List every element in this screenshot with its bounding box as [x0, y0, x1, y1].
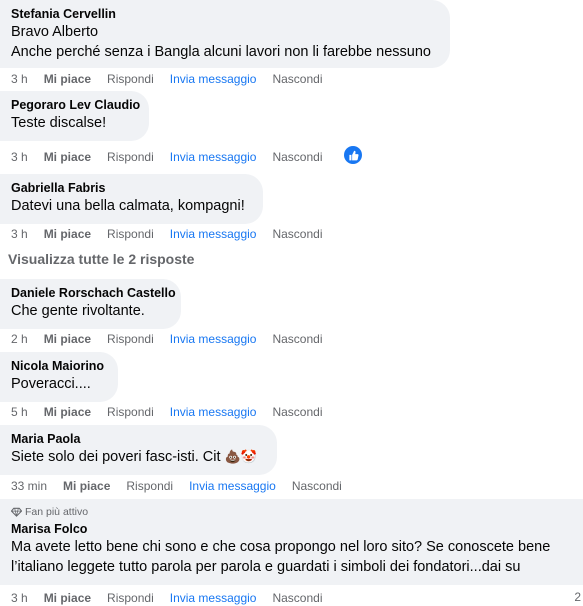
like-reaction-icon[interactable] — [344, 146, 362, 164]
comment-time[interactable]: 33 min — [11, 478, 47, 494]
comment-time[interactable]: 3 h — [11, 149, 28, 165]
comment-actions: 2 h Mi piace Rispondi Invia messaggio Na… — [11, 331, 339, 347]
comment-time[interactable]: 3 h — [11, 71, 28, 87]
send-message-button[interactable]: Invia messaggio — [170, 331, 257, 347]
like-button[interactable]: Mi piace — [44, 331, 91, 347]
comment-text: Siete solo dei poveri fasc-isti. Cit 💩🤡 — [11, 447, 265, 467]
comment-author[interactable]: Gabriella Fabris — [11, 180, 251, 196]
comment-text: Poveracci.... — [11, 376, 91, 392]
comment-text-line-2: Anche perché senza i Bangla alcuni lavor… — [11, 44, 431, 60]
top-fan-badge: Fan più attivo — [11, 505, 571, 519]
comment-bubble: Gabriella Fabris Datevi una bella calmat… — [0, 174, 263, 224]
send-message-button[interactable]: Invia messaggio — [170, 71, 257, 87]
comment-actions: 3 h Mi piace Rispondi Invia messaggio Na… — [11, 226, 339, 242]
hide-button[interactable]: Nascondi — [272, 404, 322, 420]
send-message-button[interactable]: Invia messaggio — [170, 590, 257, 606]
comment-time[interactable]: 2 h — [11, 331, 28, 347]
reply-button[interactable]: Rispondi — [107, 404, 154, 420]
comment-actions: 33 min Mi piace Rispondi Invia messaggio… — [11, 478, 358, 494]
comment-bubble: Nicola Maiorino Poveracci.... — [0, 352, 118, 402]
view-all-replies-link[interactable]: Visualizza tutte le 2 risposte — [8, 251, 194, 267]
comment-bubble: Daniele Rorschach Castello Che gente riv… — [0, 279, 181, 329]
comment-time[interactable]: 5 h — [11, 404, 28, 420]
comment-actions: 3 h Mi piace Rispondi Invia messaggio Na… — [11, 149, 339, 165]
like-button[interactable]: Mi piace — [63, 478, 110, 494]
comment-time[interactable]: 3 h — [11, 590, 28, 606]
comment-text-line-1: Bravo Alberto — [11, 24, 99, 40]
comment-bubble: Fan più attivo Marisa Folco Ma avete let… — [0, 499, 583, 585]
send-message-button[interactable]: Invia messaggio — [170, 404, 257, 420]
reply-button[interactable]: Rispondi — [107, 226, 154, 242]
comment-bubble: Pegoraro Lev Claudio Teste discalse! — [0, 91, 149, 141]
comment-text-body: Siete solo dei poveri fasc-isti. Cit — [11, 449, 221, 465]
comment-author[interactable]: Maria Paola — [11, 431, 265, 447]
like-button[interactable]: Mi piace — [44, 71, 91, 87]
hide-button[interactable]: Nascondi — [272, 149, 322, 165]
reply-button[interactable]: Rispondi — [107, 331, 154, 347]
like-button[interactable]: Mi piace — [44, 590, 91, 606]
send-message-button[interactable]: Invia messaggio — [189, 478, 276, 494]
poop-clown-emoji-icon: 💩🤡 — [224, 449, 257, 464]
comment-text: Che gente rivoltante. — [11, 303, 145, 319]
comment-author[interactable]: Stefania Cervellin — [11, 6, 438, 22]
reply-button[interactable]: Rispondi — [126, 478, 173, 494]
comment-author[interactable]: Pegoraro Lev Claudio — [11, 97, 140, 113]
hide-button[interactable]: Nascondi — [292, 478, 342, 494]
hide-button[interactable]: Nascondi — [272, 226, 322, 242]
comment-actions: 3 h Mi piace Rispondi Invia messaggio Na… — [11, 590, 339, 606]
comment-text: Datevi una bella calmata, kompagni! — [11, 198, 245, 214]
like-button[interactable]: Mi piace — [44, 226, 91, 242]
comment-actions: 5 h Mi piace Rispondi Invia messaggio Na… — [11, 404, 339, 420]
comment-author[interactable]: Marisa Folco — [11, 521, 571, 537]
hide-button[interactable]: Nascondi — [272, 331, 322, 347]
hide-button[interactable]: Nascondi — [272, 71, 322, 87]
comment-bubble: Stefania Cervellin Bravo Alberto Anche p… — [0, 0, 450, 68]
comment-actions: 3 h Mi piace Rispondi Invia messaggio Na… — [11, 71, 339, 87]
reply-button[interactable]: Rispondi — [107, 590, 154, 606]
comment-text: Teste discalse! — [11, 115, 107, 131]
hide-button[interactable]: Nascondi — [272, 590, 322, 606]
comment-text: Ma avete letto bene chi sono e che cosa … — [11, 539, 551, 575]
reply-button[interactable]: Rispondi — [107, 149, 154, 165]
comment-author[interactable]: Daniele Rorschach Castello — [11, 285, 176, 301]
send-message-button[interactable]: Invia messaggio — [170, 149, 257, 165]
reply-button[interactable]: Rispondi — [107, 71, 154, 87]
comment-time[interactable]: 3 h — [11, 226, 28, 242]
top-fan-badge-label: Fan più attivo — [25, 506, 89, 518]
like-button[interactable]: Mi piace — [44, 149, 91, 165]
comment-author[interactable]: Nicola Maiorino — [11, 358, 106, 374]
send-message-button[interactable]: Invia messaggio — [170, 226, 257, 242]
diamond-icon — [11, 507, 22, 517]
like-button[interactable]: Mi piace — [44, 404, 91, 420]
comment-bubble: Maria Paola Siete solo dei poveri fasc-i… — [0, 425, 277, 475]
